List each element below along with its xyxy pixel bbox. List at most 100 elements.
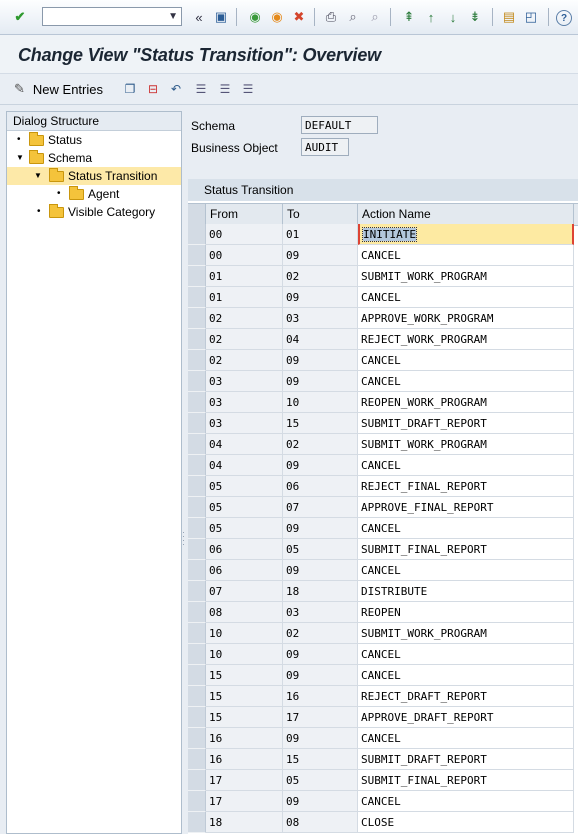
next-page-icon[interactable]: ↓ (444, 8, 462, 26)
find-icon[interactable]: ⌕ (344, 8, 362, 26)
cancel-icon[interactable]: ✖ (290, 8, 308, 26)
tree-item-schema[interactable]: ▼ Schema (7, 149, 181, 167)
business-object-label: Business Object (191, 141, 278, 155)
business-object-field[interactable]: AUDIT (301, 138, 349, 156)
row-selector[interactable] (188, 707, 206, 728)
action-name-cell[interactable]: CANCEL (358, 728, 574, 749)
row-selector[interactable] (188, 539, 206, 560)
column-header-action-name[interactable]: Action Name (358, 204, 574, 225)
row-selector[interactable] (188, 602, 206, 623)
select-all-column[interactable] (188, 204, 206, 225)
action-name-cell[interactable]: CANCEL (358, 560, 574, 581)
action-name-cell[interactable]: CANCEL (358, 665, 574, 686)
row-selector[interactable] (188, 560, 206, 581)
action-name-cell[interactable]: APPROVE_WORK_PROGRAM (358, 308, 574, 329)
row-selector[interactable] (188, 770, 206, 791)
action-name-cell[interactable]: REJECT_WORK_PROGRAM (358, 329, 574, 350)
new-session-icon[interactable]: ▤ (500, 8, 518, 26)
action-name-cell[interactable]: REJECT_FINAL_REPORT (358, 476, 574, 497)
last-page-icon[interactable]: ⇟ (466, 8, 484, 26)
action-name-cell[interactable]: REJECT_DRAFT_REPORT (358, 686, 574, 707)
row-selector[interactable] (188, 728, 206, 749)
action-name-cell[interactable]: DISTRIBUTE (358, 581, 574, 602)
action-name-cell[interactable]: SUBMIT_WORK_PROGRAM (358, 434, 574, 455)
undo-icon[interactable]: ↶ (168, 81, 184, 97)
exit-icon[interactable]: ◉ (268, 8, 286, 26)
action-name-cell[interactable]: SUBMIT_DRAFT_REPORT (358, 413, 574, 434)
action-name-cell[interactable]: REOPEN_WORK_PROGRAM (358, 392, 574, 413)
column-header-from[interactable]: From (206, 204, 283, 225)
action-name-cell[interactable]: APPROVE_DRAFT_REPORT (358, 707, 574, 728)
row-selector[interactable] (188, 287, 206, 308)
action-name-cell[interactable]: CANCEL (358, 287, 574, 308)
action-name-cell[interactable]: CANCEL (358, 518, 574, 539)
action-name-cell[interactable]: CLOSE (358, 812, 574, 833)
row-selector[interactable] (188, 812, 206, 833)
command-field[interactable]: ▼ (42, 7, 182, 26)
action-name-cell[interactable]: CANCEL (358, 245, 574, 266)
action-name-cell[interactable]: SUBMIT_FINAL_REPORT (358, 539, 574, 560)
row-selector[interactable] (188, 350, 206, 371)
row-selector[interactable] (188, 644, 206, 665)
column-header-to[interactable]: To (283, 204, 358, 225)
row-selector[interactable] (188, 749, 206, 770)
action-name-cell[interactable]: CANCEL (358, 350, 574, 371)
from-cell: 04 (206, 455, 283, 476)
back-nav-icon[interactable]: ◉ (246, 8, 264, 26)
row-selector[interactable] (188, 791, 206, 812)
action-name-cell[interactable]: SUBMIT_WORK_PROGRAM (358, 266, 574, 287)
action-name-cell[interactable]: CANCEL (358, 791, 574, 812)
action-name-cell[interactable]: CANCEL (358, 371, 574, 392)
action-name-cell[interactable]: SUBMIT_DRAFT_REPORT (358, 749, 574, 770)
row-selector[interactable] (188, 476, 206, 497)
first-page-icon[interactable]: ⇞ (400, 8, 418, 26)
deselect-all-icon[interactable]: ☰ (240, 81, 256, 97)
expand-arrow-icon[interactable]: ▼ (34, 167, 42, 185)
delete-icon[interactable]: ⊟ (145, 81, 161, 97)
action-name-cell[interactable]: REOPEN (358, 602, 574, 623)
back-icon[interactable]: « (190, 8, 208, 26)
row-selector[interactable] (188, 581, 206, 602)
previous-page-icon[interactable]: ↑ (422, 8, 440, 26)
row-selector[interactable] (188, 266, 206, 287)
row-selector[interactable] (188, 245, 206, 266)
row-selector[interactable] (188, 686, 206, 707)
expand-arrow-icon[interactable]: ▼ (16, 149, 24, 167)
tree-item-agent[interactable]: • Agent (7, 185, 181, 203)
action-name-cell[interactable]: SUBMIT_WORK_PROGRAM (358, 623, 574, 644)
action-name-cell[interactable]: CANCEL (358, 455, 574, 476)
save-icon[interactable]: ▣ (212, 8, 230, 26)
row-selector[interactable] (188, 434, 206, 455)
row-selector[interactable] (188, 413, 206, 434)
select-block-icon[interactable]: ☰ (217, 81, 233, 97)
row-selector[interactable] (188, 665, 206, 686)
help-icon[interactable]: ? (556, 10, 572, 26)
select-all-icon[interactable]: ☰ (193, 81, 209, 97)
row-selector[interactable] (188, 518, 206, 539)
action-name-cell[interactable]: INITIATE (358, 224, 574, 245)
tree-item-status-transition[interactable]: ▼ Status Transition (7, 167, 181, 185)
print-icon[interactable]: ⎙ (322, 8, 340, 26)
action-name-cell[interactable]: CANCEL (358, 644, 574, 665)
row-selector[interactable] (188, 623, 206, 644)
row-selector[interactable] (188, 455, 206, 476)
tree-item-visible-category[interactable]: • Visible Category (7, 203, 181, 221)
chevron-down-icon[interactable]: ▼ (168, 11, 178, 22)
row-selector[interactable] (188, 392, 206, 413)
row-selector[interactable] (188, 371, 206, 392)
schema-field[interactable]: DEFAULT (301, 116, 378, 134)
enter-icon[interactable]: ✔ (11, 8, 29, 26)
find-next-icon[interactable]: ⌕ (366, 8, 384, 26)
row-selector[interactable] (188, 308, 206, 329)
new-entries-button[interactable]: ✎ New Entries (14, 81, 103, 97)
tree-item-status[interactable]: • Status (7, 131, 181, 149)
row-selector[interactable] (188, 497, 206, 518)
splitter-handle[interactable]: · · · · (182, 528, 185, 549)
row-selector[interactable] (188, 329, 206, 350)
copy-icon[interactable]: ❐ (122, 81, 138, 97)
row-selector[interactable] (188, 224, 206, 245)
shortcut-icon[interactable]: ◰ (522, 8, 540, 26)
action-name-cell[interactable]: APPROVE_FINAL_REPORT (358, 497, 574, 518)
table-row: 04 09 CANCEL (188, 455, 578, 476)
action-name-cell[interactable]: SUBMIT_FINAL_REPORT (358, 770, 574, 791)
